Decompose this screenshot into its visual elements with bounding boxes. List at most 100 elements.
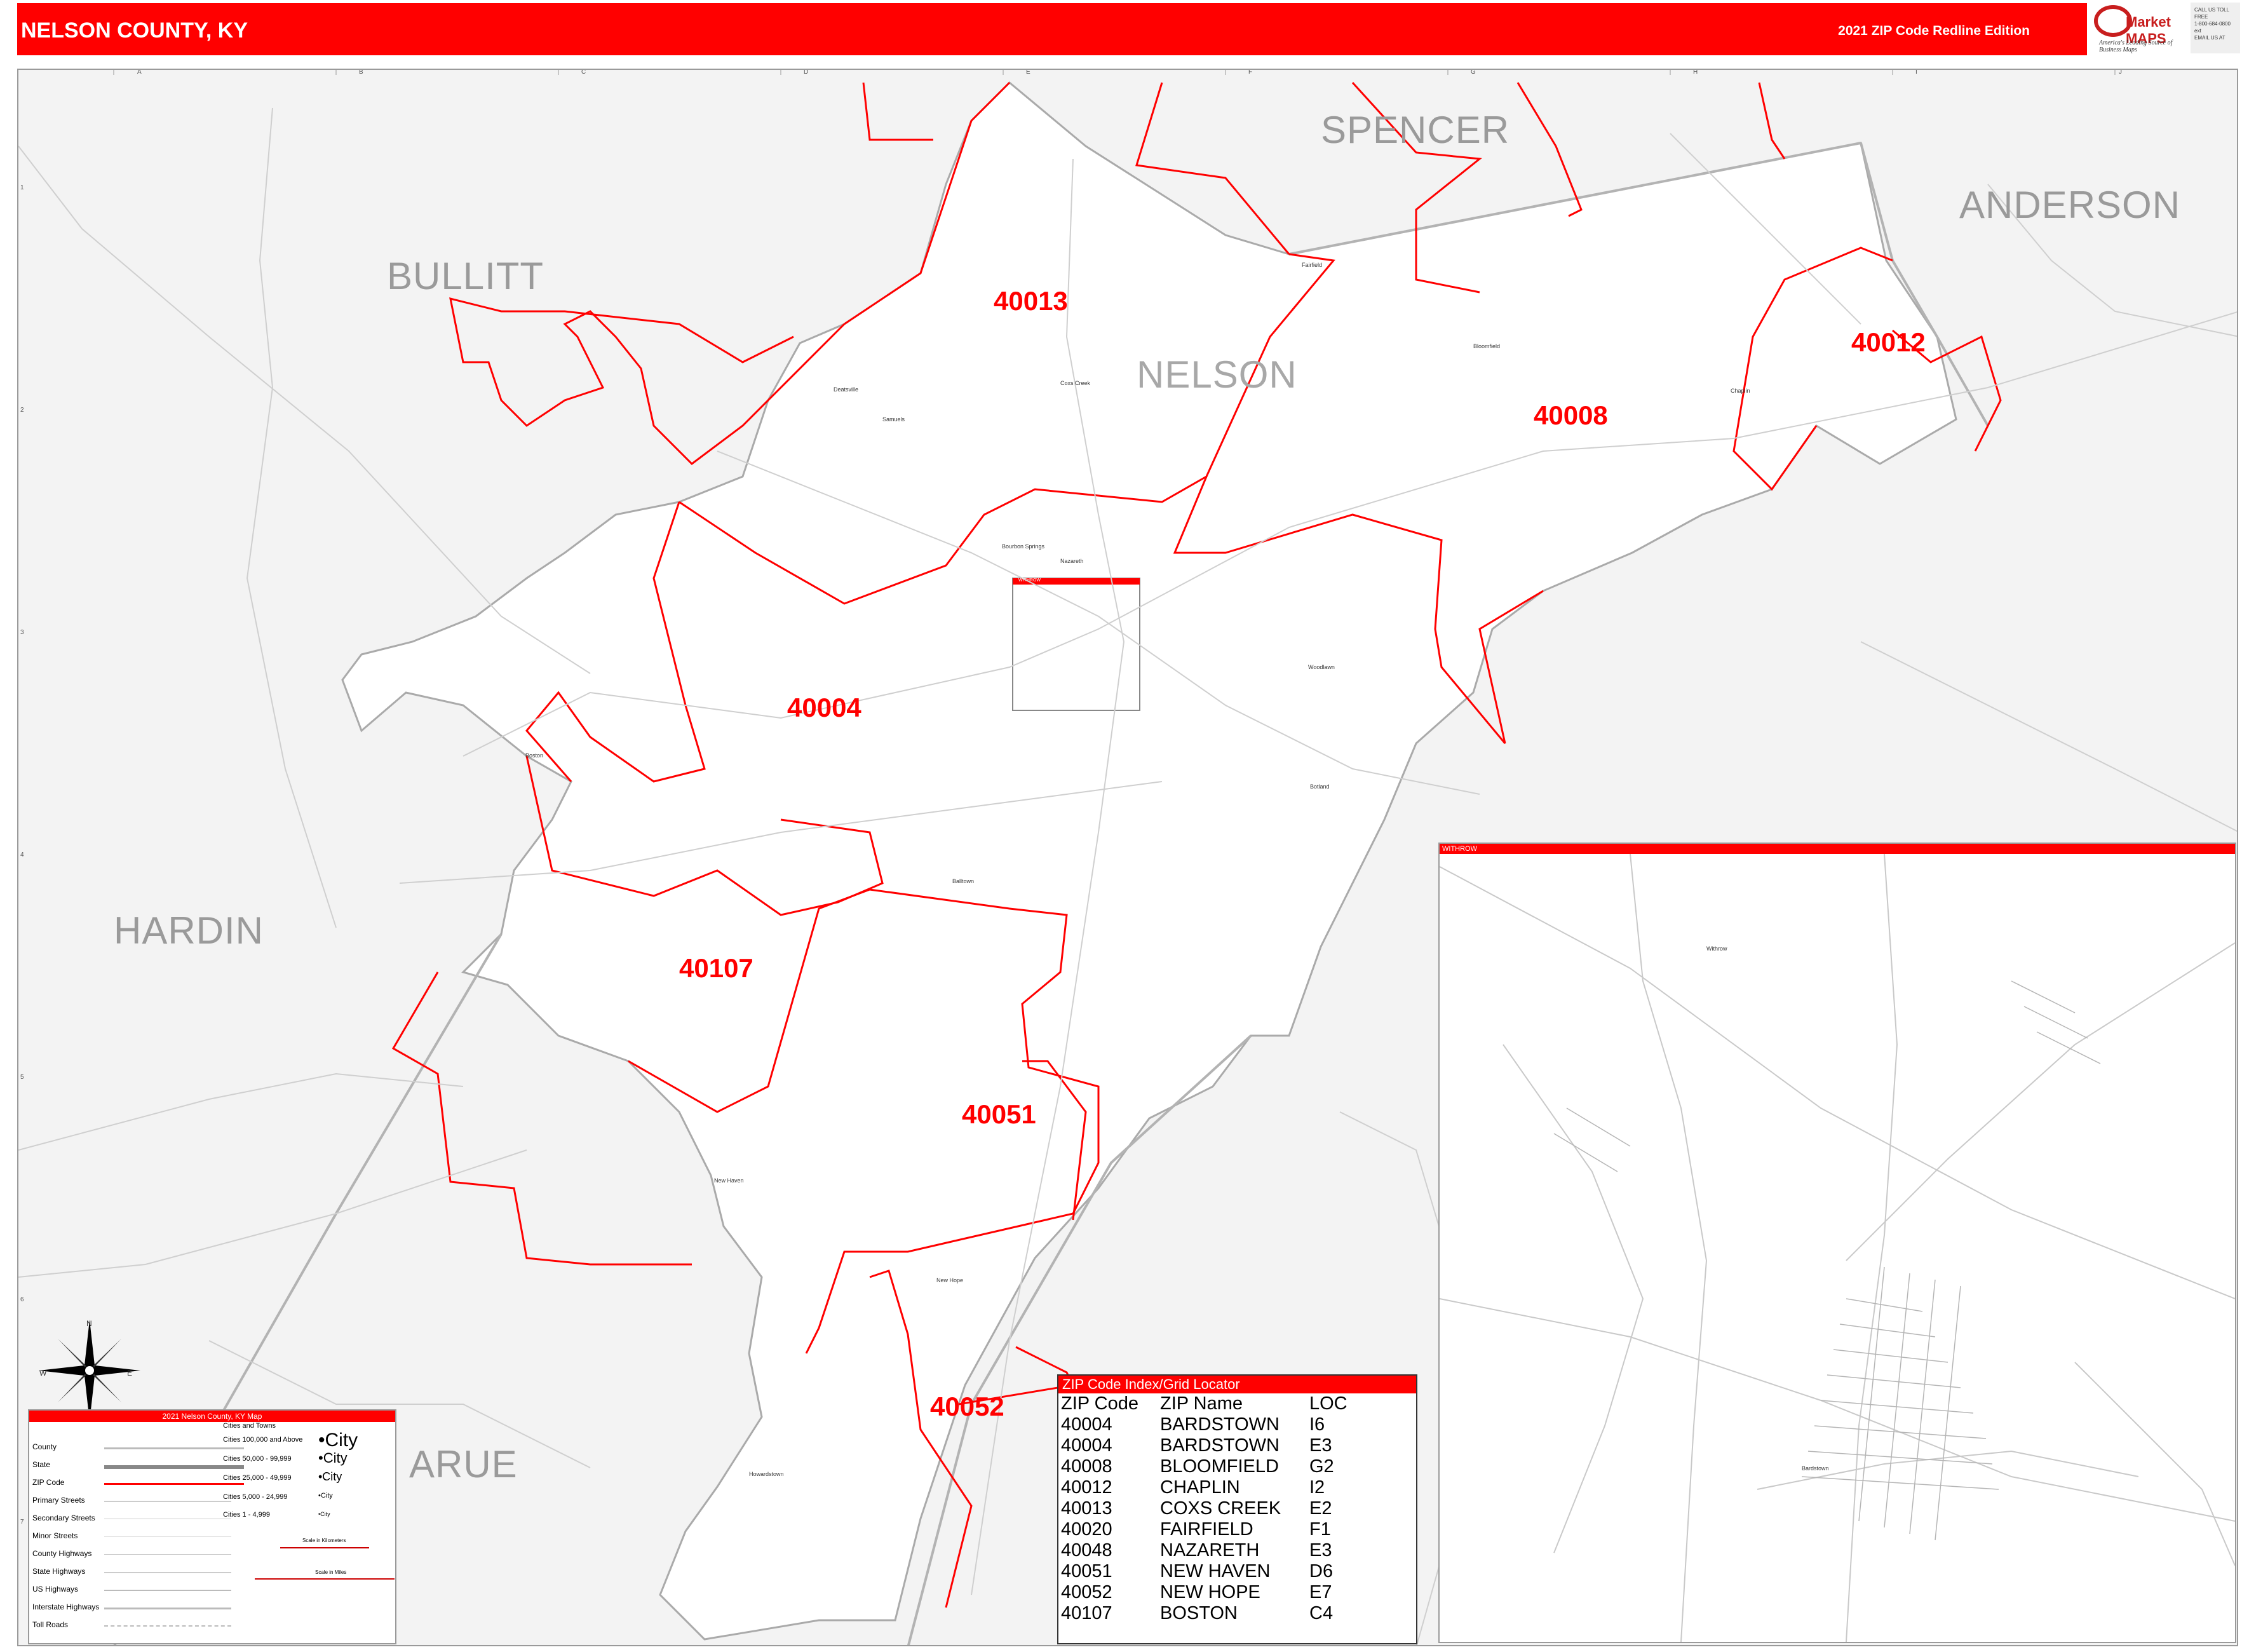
legend-line-state [104, 1465, 244, 1469]
legend-city-class: Cities 50,000 - 99,999 [223, 1455, 292, 1463]
loc-cell: C4 [1309, 1603, 1334, 1623]
grid-number: 3 [20, 629, 24, 636]
map-title: NELSON COUNTY, KY [21, 18, 248, 43]
table-row: 40013 COXS CREEK E2 [1058, 1498, 1416, 1519]
grid-number: 5 [20, 1074, 24, 1081]
grid-letter: F [1248, 69, 1253, 76]
town-label: Balltown [952, 878, 975, 884]
legend-line-county-hwy [104, 1554, 231, 1555]
loc-cell: D6 [1309, 1561, 1334, 1581]
compass-n-label: N [86, 1319, 92, 1328]
county-label-nelson: NELSON [1137, 353, 1297, 396]
zip-code-cell: 40052 [1061, 1582, 1112, 1602]
scale-mi-label: Scale in Miles [315, 1569, 347, 1575]
zip-name-cell: FAIRFIELD [1160, 1519, 1253, 1540]
legend-city-sample: •City [318, 1450, 348, 1466]
town-label: Howardstown [749, 1471, 784, 1477]
scale-mi-bar [255, 1578, 395, 1580]
legend-item: ZIP Code [32, 1478, 65, 1487]
table-row: 40020 FAIRFIELD F1 [1058, 1519, 1416, 1540]
table-row: 40004 BARDSTOWN E3 [1058, 1435, 1416, 1456]
legend-item: County Highways [32, 1549, 92, 1558]
grid-number: 2 [20, 407, 24, 414]
town-label: Bloomfield [1473, 343, 1501, 349]
grid-number: 4 [20, 851, 24, 858]
county-label-anderson: ANDERSON [1959, 184, 2181, 226]
town-label: Bardstown [1802, 1465, 1829, 1472]
grid-letter: I [1915, 69, 1917, 76]
loc-cell: E2 [1309, 1498, 1332, 1519]
header-zip-name: ZIP Name [1160, 1393, 1243, 1414]
legend-line-toll [104, 1625, 231, 1627]
town-label: Woodlawn [1308, 664, 1335, 670]
scale-km-label: Scale in Kilometers [302, 1538, 346, 1543]
loc-cell: E3 [1309, 1540, 1332, 1561]
contact-line: CALL US TOLL FREE [2194, 7, 2229, 20]
edition-label: 2021 ZIP Code Redline Edition [1838, 24, 2030, 38]
table-row: 40107 BOSTON C4 [1058, 1603, 1416, 1624]
table-row: 40012 CHAPLIN I2 [1058, 1477, 1416, 1498]
legend-line-county [104, 1447, 244, 1449]
zip-name-cell: BARDSTOWN [1160, 1414, 1280, 1435]
withrow-inset-marker [1012, 578, 1140, 711]
logo-tagline: America's Leading Source of Business Map… [2099, 39, 2173, 53]
loc-cell: F1 [1309, 1519, 1331, 1540]
grid-number: 7 [20, 1519, 24, 1526]
grid-letter: D [804, 69, 809, 76]
zip-code-cell: 40013 [1061, 1498, 1112, 1519]
town-label: Fairfield [1302, 262, 1323, 268]
zip-code-cell: 40048 [1061, 1540, 1112, 1561]
contact-line: EMAIL US AT [2194, 35, 2225, 41]
legend-line-zip [104, 1483, 244, 1485]
grid-letter: A [137, 69, 142, 76]
town-label: Withrow [1706, 945, 1727, 952]
county-label-larue: ARUE [409, 1443, 518, 1486]
town-label: New Hope [936, 1277, 964, 1283]
zip-name-cell: COXS CREEK [1160, 1498, 1281, 1519]
table-row: 40004 BARDSTOWN I6 [1058, 1414, 1416, 1435]
legend-line-state-hwy [104, 1572, 231, 1573]
legend-item: US Highways [32, 1585, 79, 1594]
legend-item: Interstate Highways [32, 1602, 100, 1611]
zip-code-cell: 40008 [1061, 1456, 1112, 1477]
table-row: 40048 NAZARETH E3 [1058, 1540, 1416, 1561]
zip-name-cell: BOSTON [1160, 1603, 1238, 1623]
town-label: Nazareth [1060, 558, 1084, 564]
legend-city-class: Cities 5,000 - 24,999 [223, 1493, 288, 1501]
zip-code-cell: 40051 [1061, 1561, 1112, 1581]
zip-name-cell: NAZARETH [1160, 1540, 1260, 1561]
loc-cell: G2 [1309, 1456, 1334, 1477]
grid-letter: H [1693, 69, 1698, 76]
zip-code-cell: 40004 [1061, 1435, 1112, 1456]
loc-cell: E7 [1309, 1582, 1332, 1602]
loc-cell: I2 [1309, 1477, 1325, 1498]
map-legend: 2021 Nelson County, KY Map County State … [28, 1409, 396, 1644]
grid-letter: C [581, 69, 586, 76]
zip-label-40107: 40107 [679, 953, 753, 983]
legend-city-sample: •City [318, 1511, 330, 1517]
legend-city-class: Cities 1 - 4,999 [223, 1511, 270, 1519]
loc-cell: E3 [1309, 1435, 1332, 1456]
zip-label-40012: 40012 [1851, 327, 1926, 357]
zip-index-table: ZIP Code Index/Grid Locator ZIP Code ZIP… [1057, 1374, 1417, 1644]
inset-streets [1553, 980, 2101, 1541]
grid-number: 1 [20, 184, 24, 191]
legend-city-sample: •City [318, 1470, 342, 1483]
town-label: Boston [525, 752, 544, 759]
header-zip-code: ZIP Code [1061, 1393, 1138, 1414]
withrow-inset-map[interactable]: WITHROW Withrow Bardstown [1438, 843, 2236, 1643]
town-label: Coxs Creek [1060, 380, 1091, 386]
grid-letter: G [1471, 69, 1476, 76]
compass-w-label: W [39, 1369, 47, 1378]
zip-code-cell: 40107 [1061, 1603, 1112, 1623]
legend-item: State Highways [32, 1567, 86, 1576]
inset-roads [1440, 854, 2235, 1642]
zip-name-cell: BLOOMFIELD [1160, 1456, 1279, 1477]
legend-title: 2021 Nelson County, KY Map [29, 1411, 395, 1422]
legend-city-sample: •City [318, 1492, 333, 1500]
town-label: Samuels [882, 416, 905, 423]
grid-letter: B [359, 69, 363, 76]
zip-name-cell: BARDSTOWN [1160, 1435, 1280, 1456]
legend-city-class: Cities 25,000 - 49,999 [223, 1474, 292, 1482]
contact-line: 1-800-684-0800 ext [2194, 21, 2231, 34]
